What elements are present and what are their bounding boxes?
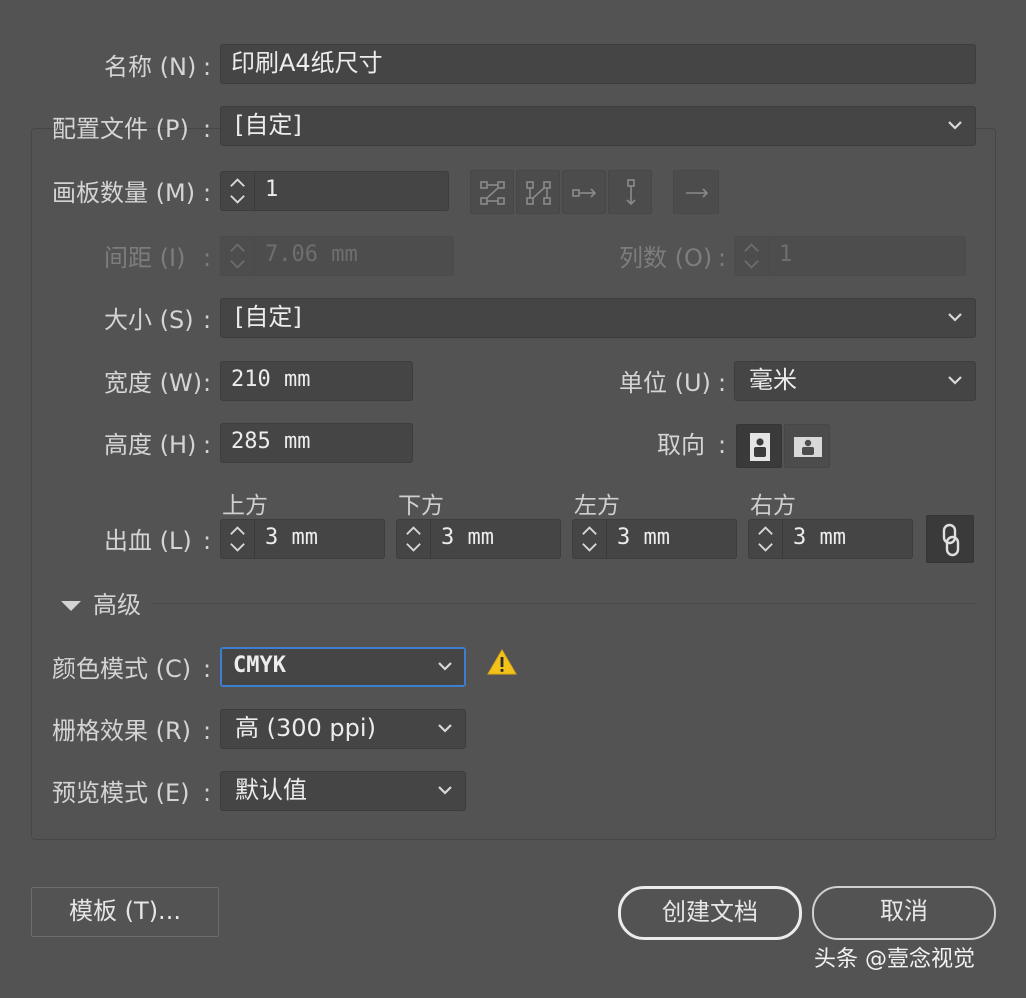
height-field[interactable]: 285 mm [220,423,413,463]
stepper-arrows-icon[interactable] [221,520,255,558]
colon: : [203,369,212,397]
colon: : [203,527,212,555]
chevron-down-icon [948,121,962,130]
raster-value: 高 (300 ppi) [235,714,376,742]
raster-dropdown[interactable]: 高 (300 ppi) [220,709,466,749]
preview-mode-dropdown[interactable]: 默认值 [220,771,466,811]
change-to-rtl-button[interactable] [673,170,719,214]
preview-mode-label: 预览模式 (E) [52,779,190,807]
width-field[interactable]: 210 mm [220,361,413,401]
bleed-right-label: 右方 [750,493,796,519]
arrange-by-column-button[interactable] [608,170,652,214]
advanced-label[interactable]: 高级 [93,590,141,620]
colon: : [718,244,727,272]
triangle-down-icon[interactable] [58,598,84,614]
profile-value: [自定] [235,111,302,139]
chevron-down-icon [438,724,452,733]
profile-label: 配置文件 (P) [52,115,189,143]
change-to-rtl-icon [686,188,709,198]
name-label: 名称 (N) [104,53,197,81]
grid-by-row-button[interactable] [470,170,514,214]
size-value: [自定] [235,303,302,331]
bleed-top-stepper[interactable]: 3 mm [220,519,385,559]
landscape-icon [794,437,822,457]
spacing-value: 7.06 mm [265,242,358,267]
spacing-label: 间距 (I) [104,244,186,272]
chain-link-icon [942,523,960,557]
bleed-bottom-label: 下方 [398,493,444,519]
bleed-left-stepper[interactable]: 3 mm [572,519,737,559]
colon: : [718,431,727,459]
grid-by-row-icon [480,181,505,205]
advanced-divider [152,603,977,604]
name-field[interactable]: 印刷A4纸尺寸 [220,44,976,84]
colon: : [718,369,727,397]
colon: : [203,306,212,334]
orientation-label: 取向 [657,431,705,459]
bleed-label: 出血 (L) [104,527,192,555]
colon: : [203,655,212,683]
bleed-left-value: 3 mm [617,525,670,550]
bleed-right-value: 3 mm [793,525,846,550]
colon: : [203,53,212,81]
height-label: 高度 (H) [104,431,197,459]
stepper-arrows-icon[interactable] [397,520,431,558]
templates-button[interactable]: 模板 (T)... [31,887,219,937]
arrange-by-row-icon [572,188,597,198]
color-mode-value: CMYK [233,653,286,678]
columns-label: 列数 (O) [619,244,713,272]
size-dropdown[interactable]: [自定] [220,298,976,338]
bleed-top-value: 3 mm [265,525,318,550]
bleed-bottom-value: 3 mm [441,525,494,550]
chevron-down-icon [948,376,962,385]
colon: : [203,717,212,745]
size-label: 大小 (S) [104,306,194,334]
bleed-right-stepper[interactable]: 3 mm [748,519,913,559]
bleed-left-label: 左方 [574,493,620,519]
colon: : [203,431,212,459]
units-label: 单位 (U) [619,369,711,397]
profile-dropdown[interactable]: [自定] [220,106,976,146]
spacing-stepper[interactable]: 7.06 mm [220,236,454,276]
stepper-arrows-icon[interactable] [221,172,255,210]
chevron-down-icon [438,786,452,795]
bleed-top-label: 上方 [222,493,268,519]
stepper-arrows-icon [744,237,769,275]
colon: : [203,179,212,207]
preview-mode-value: 默认值 [235,776,307,804]
bleed-bottom-stepper[interactable]: 3 mm [396,519,561,559]
portrait-button[interactable] [736,424,782,468]
color-mode-label: 颜色模式 (C) [52,655,192,683]
artboards-stepper[interactable]: 1 [220,171,449,211]
landscape-button[interactable] [784,424,830,468]
link-bleed-button[interactable] [926,515,974,563]
arrange-by-column-icon [626,179,636,206]
grid-by-column-icon [526,181,551,205]
stepper-arrows-icon[interactable] [573,520,607,558]
cancel-button[interactable]: 取消 [812,886,996,940]
width-label: 宽度 (W) [104,369,203,397]
arrange-by-row-button[interactable] [562,170,606,214]
stepper-arrows-icon [230,237,255,275]
create-document-button[interactable]: 创建文档 [618,886,802,940]
watermark-text: 头条 @壹念视觉 [814,947,975,972]
units-dropdown[interactable]: 毫米 [734,361,976,401]
raster-label: 栅格效果 (R) [52,717,192,745]
colon: : [203,244,212,272]
columns-stepper[interactable]: 1 [734,236,966,276]
artboards-label: 画板数量 (M) [52,179,196,207]
columns-value: 1 [779,242,793,267]
portrait-icon [750,433,770,461]
grid-by-column-button[interactable] [516,170,560,214]
chevron-down-icon [438,662,452,671]
color-mode-dropdown[interactable]: CMYK [220,647,466,687]
chevron-down-icon [948,313,962,322]
colon: : [203,779,212,807]
warning-icon[interactable] [486,648,518,676]
stepper-arrows-icon[interactable] [749,520,783,558]
colon: : [203,115,212,143]
units-value: 毫米 [749,366,797,394]
artboards-value: 1 [265,177,279,202]
